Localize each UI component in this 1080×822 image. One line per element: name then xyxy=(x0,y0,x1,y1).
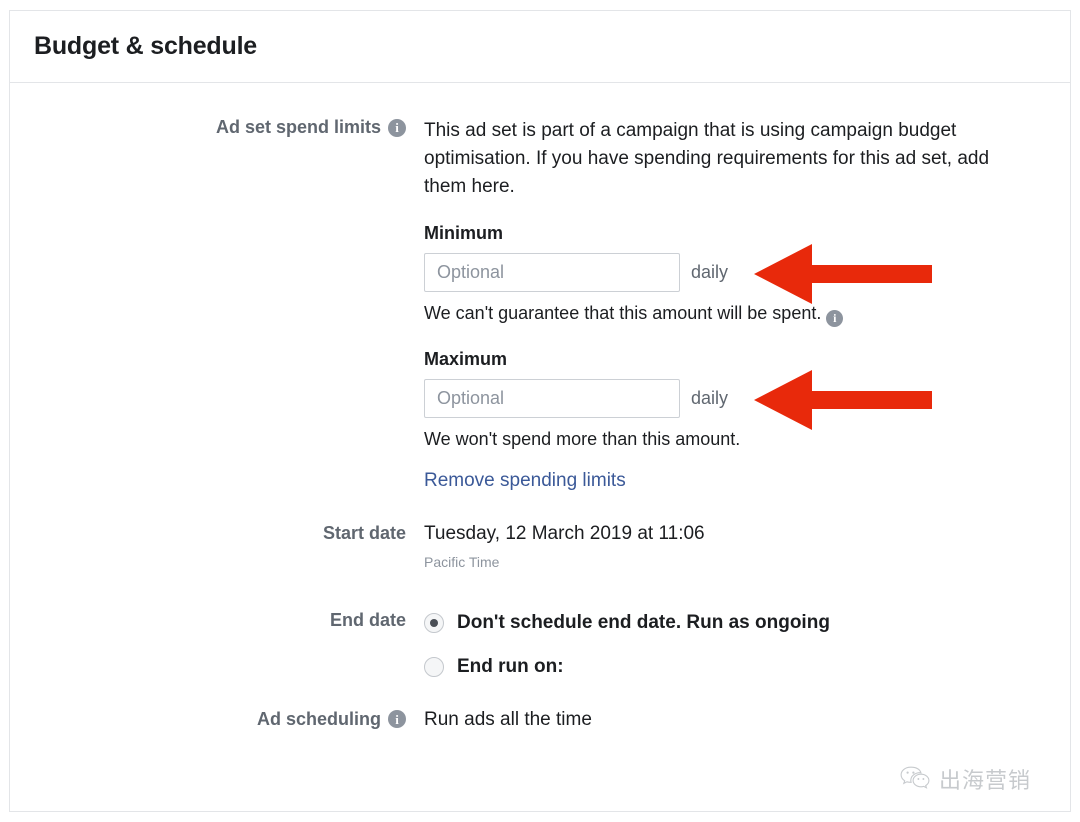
page-title: Budget & schedule xyxy=(34,32,258,60)
maximum-input-row: daily xyxy=(424,378,992,418)
start-date-content: Tuesday, 12 March 2019 at 11:06 Pacific … xyxy=(406,523,705,570)
minimum-help-text: We can't guarantee that this amount will… xyxy=(424,303,992,327)
watermark: 出海营销 xyxy=(900,763,1031,795)
ad-set-spend-limits-label-text: Ad set spend limits xyxy=(215,117,381,137)
minimum-input-row: daily xyxy=(424,253,992,292)
start-date-label-text: Start date xyxy=(322,522,406,543)
start-date-label: Start date xyxy=(10,523,406,544)
maximum-label: Maximum xyxy=(424,348,508,369)
row-end-date: End date Don't schedule end date. Run as… xyxy=(10,610,1070,681)
card-body: Ad set spend limits i This ad set is par… xyxy=(10,83,1070,731)
minimum-spend-input[interactable] xyxy=(424,253,680,292)
maximum-unit-label: daily xyxy=(691,387,729,408)
spend-limits-description: This ad set is part of a campaign that i… xyxy=(424,120,990,197)
row-start-date: Start date Tuesday, 12 March 2019 at 11:… xyxy=(10,523,1070,570)
ad-scheduling-content: Run ads all the time xyxy=(406,709,592,731)
row-ad-set-spend-limits: Ad set spend limits i This ad set is par… xyxy=(10,117,1070,492)
radio-button-end-run-on[interactable] xyxy=(424,657,444,677)
watermark-text: 出海营销 xyxy=(939,769,1032,794)
start-date-timezone: Pacific Time xyxy=(424,553,500,570)
minimum-label: Minimum xyxy=(424,223,503,243)
info-icon[interactable]: i xyxy=(388,710,406,728)
start-date-value[interactable]: Tuesday, 12 March 2019 at 11:06 xyxy=(424,523,705,545)
minimum-unit-label: daily xyxy=(691,262,729,282)
maximum-help-text: We won't spend more than this amount. xyxy=(424,428,741,449)
end-date-option-end-run-on[interactable]: End run on: xyxy=(424,654,830,681)
wechat-icon xyxy=(900,766,930,789)
budget-schedule-card: Budget & schedule Ad set spend limits i … xyxy=(9,10,1071,812)
ad-scheduling-label-text: Ad scheduling xyxy=(256,708,381,729)
radio-label-ongoing: Don't schedule end date. Run as ongoing xyxy=(457,612,830,633)
minimum-help-text-label: We can't guarantee that this amount will… xyxy=(424,303,822,323)
end-date-content: Don't schedule end date. Run as ongoing … xyxy=(406,610,830,681)
end-date-label: End date xyxy=(10,610,406,631)
radio-label-end-run-on: End run on: xyxy=(457,656,564,677)
info-icon[interactable]: i xyxy=(388,118,406,137)
info-icon[interactable]: i xyxy=(826,309,844,327)
row-ad-scheduling: Ad scheduling i Run ads all the time xyxy=(10,709,1070,731)
radio-button-ongoing[interactable] xyxy=(424,613,444,633)
remove-spending-limits-link[interactable]: Remove spending limits xyxy=(424,470,626,492)
end-date-option-ongoing[interactable]: Don't schedule end date. Run as ongoing xyxy=(424,610,830,637)
card-header: Budget & schedule xyxy=(10,11,1070,83)
end-date-label-text: End date xyxy=(329,609,406,630)
ad-set-spend-limits-label: Ad set spend limits i xyxy=(10,117,406,138)
maximum-spend-input[interactable] xyxy=(424,378,680,418)
ad-scheduling-value: Run ads all the time xyxy=(424,708,592,730)
ad-set-spend-limits-content: This ad set is part of a campaign that i… xyxy=(406,117,992,492)
ad-scheduling-label: Ad scheduling i xyxy=(10,709,406,730)
